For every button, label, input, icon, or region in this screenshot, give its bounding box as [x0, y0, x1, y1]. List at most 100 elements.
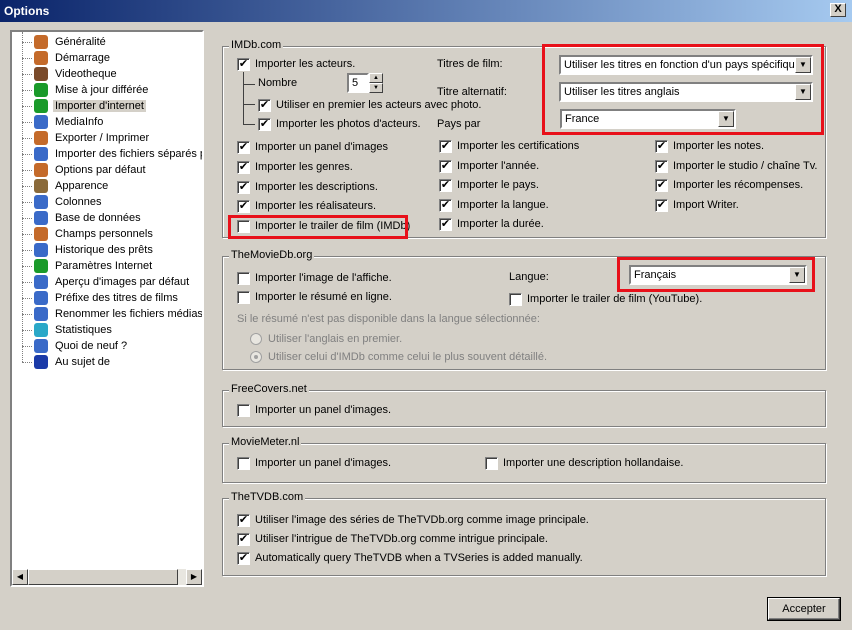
import-poster-checkbox[interactable]: Importer l'image de l'affiche.: [237, 271, 392, 285]
sidebar-item[interactable]: Historique des prêts: [16, 242, 155, 258]
spin-down-icon[interactable]: ▼: [369, 83, 383, 93]
freecovers-group-label: FreeCovers.net: [229, 383, 309, 395]
tree-connector: [22, 249, 32, 251]
sidebar-item-label: Quoi de neuf ?: [55, 340, 128, 352]
sidebar-item[interactable]: Paramètres Internet: [16, 258, 154, 274]
imdb-option-checkbox[interactable]: ✔ Importer les certifications: [439, 139, 579, 153]
tree-line: [243, 104, 255, 105]
fallback-note: Si le résumé n'est pas disponible dans l…: [237, 313, 540, 325]
alt-title-label: Titre alternatif:: [437, 86, 507, 98]
scroll-left-icon[interactable]: ◀: [12, 569, 28, 585]
sidebar-item[interactable]: Mise à jour différée: [16, 82, 150, 98]
sidebar-item[interactable]: Aperçu d'images par défaut: [16, 274, 191, 290]
imdb-option-checkbox[interactable]: ✔ Importer le studio / chaîne Tv.: [655, 159, 818, 173]
imdb-option-checkbox[interactable]: ✔ Importer la durée.: [439, 217, 544, 231]
tree-connector: [22, 281, 32, 283]
export-icon: [34, 131, 48, 145]
dutch-description-checkbox[interactable]: Importer une description hollandaise.: [485, 456, 683, 470]
sidebar-item[interactable]: Exporter / Imprimer: [16, 130, 151, 146]
sidebar-item[interactable]: Importer d'internet: [16, 98, 146, 114]
tree-connector: [22, 185, 32, 187]
imdb-option-checkbox[interactable]: ✔ Importer les descriptions.: [237, 180, 378, 194]
tree-connector: [22, 345, 32, 347]
imdb-option-checkbox[interactable]: ✔ Import Writer.: [655, 198, 739, 212]
user-icon: [34, 163, 48, 177]
highlight-box: [228, 215, 408, 239]
tree-connector: [22, 105, 32, 107]
sidebar-item[interactable]: Démarrage: [16, 50, 112, 66]
gear-icon: [34, 115, 48, 129]
imdb-option-checkbox[interactable]: ✔ Importer les réalisateurs.: [237, 199, 376, 213]
english-first-radio[interactable]: Utiliser l'anglais en premier.: [250, 333, 402, 345]
sidebar-item-label: Paramètres Internet: [55, 260, 153, 272]
tree-connector: [22, 153, 32, 155]
moviemeter-group-label: MovieMeter.nl: [229, 436, 302, 448]
title-bar: Options X: [0, 0, 852, 22]
sidebar-item[interactable]: Base de données: [16, 210, 143, 226]
close-button[interactable]: X: [830, 3, 846, 17]
sidebar-item[interactable]: Au sujet de: [16, 354, 112, 370]
import-actor-photos-checkbox[interactable]: ✔ Importer les photos d'acteurs.: [258, 117, 421, 131]
film-titles-label: Titres de film:: [437, 58, 503, 70]
spin-up-icon[interactable]: ▲: [369, 73, 383, 83]
imdb-option-checkbox[interactable]: ✔ Importer les notes.: [655, 139, 764, 153]
sidebar-item[interactable]: Préfixe des titres de films: [16, 290, 180, 306]
sidebar-item-label: Démarrage: [55, 52, 111, 64]
tree-connector: [22, 217, 32, 219]
country-label: Pays par: [437, 118, 481, 130]
sidebar-item-label: Mise à jour différée: [55, 84, 149, 96]
imdb-option-checkbox[interactable]: ✔ Importer la langue.: [439, 198, 549, 212]
tree-connector: [22, 169, 32, 171]
import-summary-checkbox[interactable]: Importer le résumé en ligne.: [237, 290, 392, 304]
sidebar-item[interactable]: Renommer les fichiers médias: [16, 306, 203, 322]
imdb-option-checkbox[interactable]: ✔ Importer un panel d'images: [237, 140, 388, 154]
globe-icon: [34, 259, 48, 273]
tree-connector: [22, 265, 32, 267]
imdb-option-checkbox[interactable]: ✔ Importer le pays.: [439, 178, 539, 192]
sidebar-item-label: Aperçu d'images par défaut: [55, 276, 190, 288]
tree-horizontal-scrollbar[interactable]: ◀ ▶: [12, 569, 202, 585]
imdb-option-checkbox[interactable]: ✔ Importer les récompenses.: [655, 178, 803, 192]
sidebar-item[interactable]: Champs personnels: [16, 226, 155, 242]
window-title: Options: [4, 4, 50, 18]
sidebar-item[interactable]: Videotheque: [16, 66, 119, 82]
actor-count-stepper[interactable]: 5 ▲ ▼: [347, 73, 385, 93]
moviemeter-panel-checkbox[interactable]: Importer un panel d'images.: [237, 456, 391, 470]
freecovers-panel-checkbox[interactable]: Importer un panel d'images.: [237, 403, 391, 417]
globe-icon: [34, 83, 48, 97]
film-icon: [34, 67, 48, 81]
scroll-right-icon[interactable]: ▶: [186, 569, 202, 585]
actors-with-photo-checkbox[interactable]: ✔ Utiliser en premier les acteurs avec ph…: [258, 98, 481, 112]
imdb-option-checkbox[interactable]: ✔ Importer les genres.: [237, 160, 353, 174]
imdb-detailed-radio[interactable]: Utiliser celui d'IMDb comme celui le plu…: [250, 351, 547, 363]
windows-icon: [34, 291, 48, 305]
tree-connector: [22, 201, 32, 203]
sidebar-item[interactable]: Statistiques: [16, 322, 114, 338]
tvdb-plot-checkbox[interactable]: ✔ Utiliser l'intrigue de TheTVDb.org comm…: [237, 532, 548, 546]
windows-icon: [34, 211, 48, 225]
gear-icon: [34, 243, 48, 257]
sidebar-item[interactable]: Importer des fichiers séparés p: [16, 146, 202, 162]
import-actors-checkbox[interactable]: ✔ Importer les acteurs.: [237, 57, 355, 71]
sidebar-item-label: Renommer les fichiers médias: [55, 308, 203, 320]
tree-connector: [22, 89, 32, 91]
tree-connector: [22, 73, 32, 75]
imdb-option-checkbox[interactable]: ✔ Importer l'année.: [439, 159, 539, 173]
sidebar-item-label: Apparence: [55, 180, 109, 192]
scroll-thumb[interactable]: [28, 569, 178, 585]
tvdb-image-checkbox[interactable]: ✔ Utiliser l'image des séries de TheTVDb.…: [237, 513, 589, 527]
actor-count-value[interactable]: 5: [347, 73, 369, 93]
sidebar-item[interactable]: MediaInfo: [16, 114, 105, 130]
sidebar-item[interactable]: Colonnes: [16, 194, 103, 210]
sidebar-item[interactable]: Quoi de neuf ?: [16, 338, 129, 354]
sidebar-item[interactable]: Options par défaut: [16, 162, 148, 178]
sidebar-item[interactable]: Apparence: [16, 178, 110, 194]
sidebar-item-label: Exporter / Imprimer: [55, 132, 150, 144]
accept-button[interactable]: Accepter: [768, 598, 840, 620]
highlight-box: [617, 257, 815, 292]
tvdb-auto-query-checkbox[interactable]: ✔ Automatically query TheTVDB when a TVSe…: [237, 551, 583, 565]
sidebar-item[interactable]: Généralité: [16, 34, 108, 50]
sidebar-item-label: Options par défaut: [55, 164, 146, 176]
options-tree[interactable]: Généralité Démarrage Videotheque Mise à jou…: [10, 30, 204, 587]
import-youtube-trailer-checkbox[interactable]: Importer le trailer de film (YouTube).: [509, 292, 702, 306]
